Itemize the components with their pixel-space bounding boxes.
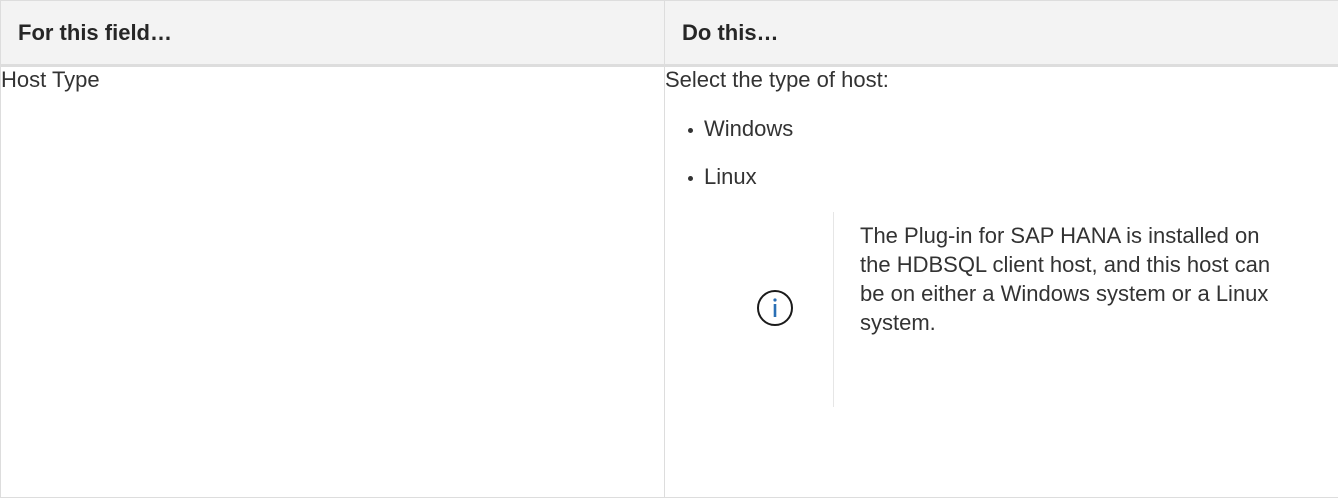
field-name: Host Type [1,67,100,92]
header-field: For this field… [0,0,665,67]
table-row: Host Type Select the type of host: Windo… [0,65,1338,498]
table-header-row: For this field… Do this… [0,0,1338,67]
info-icon [757,290,793,326]
info-note: The Plug-in for SAP HANA is installed on… [665,212,1338,407]
action-cell: Select the type of host: Windows Linux T… [664,65,1338,498]
host-type-options: Windows Linux [665,116,1338,190]
option-linux: Linux [684,164,1338,190]
note-divider [833,212,834,407]
instruction-text: Select the type of host: [665,67,889,92]
note-text: The Plug-in for SAP HANA is installed on… [860,223,1271,335]
field-cell: Host Type [0,65,665,498]
option-windows: Windows [684,116,1338,142]
field-table: For this field… Do this… Host Type Selec… [0,0,1338,498]
note-icon-column [665,212,833,407]
header-action: Do this… [664,0,1338,67]
